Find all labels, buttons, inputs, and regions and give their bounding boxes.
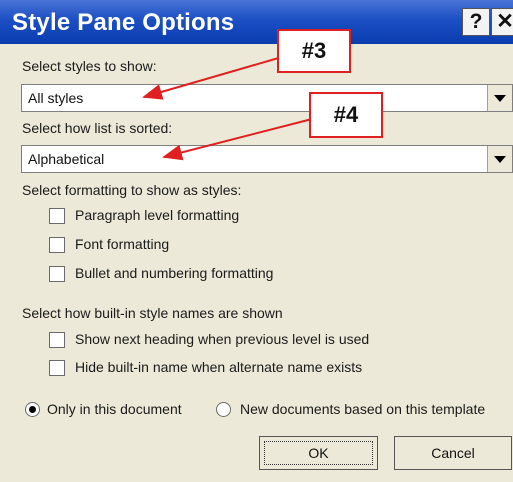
annotation-arrow-3 xyxy=(142,56,283,100)
annotation-label-4: #4 xyxy=(309,92,383,138)
annotation-label-3: #3 xyxy=(277,29,351,73)
style-pane-options-dialog: Style Pane Options ? ✕ Select styles to … xyxy=(0,0,513,482)
annotation-arrows xyxy=(142,56,313,161)
annotation-arrow-4 xyxy=(162,118,313,161)
